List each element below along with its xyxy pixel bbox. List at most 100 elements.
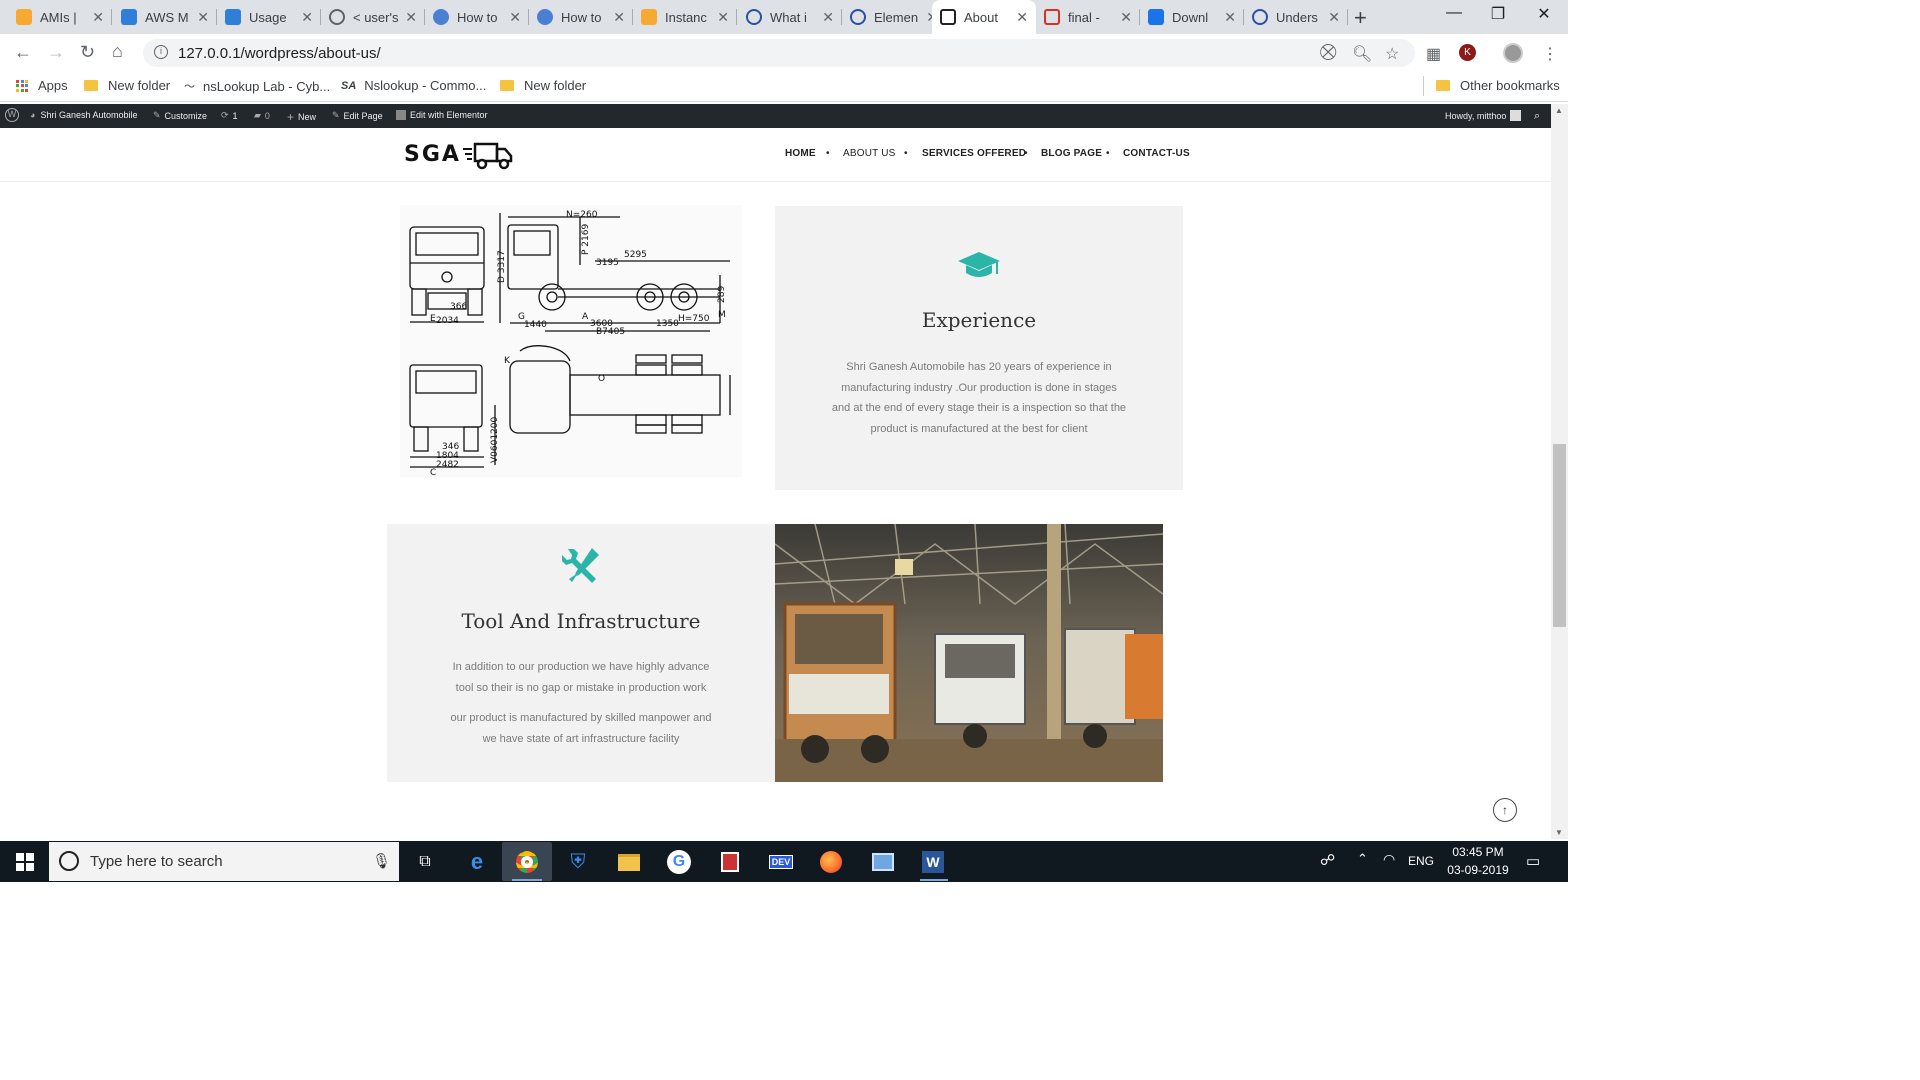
bookmark-new-folder-2[interactable]: New folder xyxy=(500,78,586,93)
wifi-icon[interactable]: ◠ xyxy=(1383,851,1395,868)
elementor-icon xyxy=(746,9,762,25)
nslookup-lab-icon: 〜 xyxy=(184,81,195,93)
bookmark-label: Other bookmarks xyxy=(1460,78,1560,93)
other-bookmarks[interactable]: Other bookmarks xyxy=(1436,78,1560,93)
clock-time[interactable]: 03:45 PM xyxy=(1446,845,1510,859)
wp-new-label: New xyxy=(298,112,317,122)
tab-close-icon[interactable]: ✕ xyxy=(613,9,625,26)
tab-close-icon[interactable]: ✕ xyxy=(405,9,417,26)
zoom-icon[interactable]: 🔍︎ xyxy=(1352,44,1372,64)
account-avatar[interactable] xyxy=(1503,43,1523,63)
action-center-icon[interactable]: ▭ xyxy=(1526,852,1540,870)
file-explorer-icon[interactable] xyxy=(614,848,644,876)
wp-comments-count: 0 xyxy=(264,110,270,121)
edge-icon[interactable]: e xyxy=(462,848,492,876)
bookmark-star-icon[interactable]: ☆ xyxy=(1385,44,1399,64)
windows-start-icon[interactable] xyxy=(16,853,34,871)
wp-site-name[interactable]: ◕ Shri Ganesh Automobile xyxy=(30,110,138,120)
firefox-icon[interactable] xyxy=(816,848,846,876)
minimize-button[interactable]: — xyxy=(1434,4,1474,28)
wp-howdy[interactable]: Howdy, mitthoo xyxy=(1445,110,1522,121)
word-icon[interactable]: W xyxy=(918,848,948,876)
tab-8[interactable]: What i ✕ xyxy=(738,0,842,34)
profile-avatar[interactable]: K xyxy=(1459,44,1476,61)
back-to-top-button[interactable]: ↑ xyxy=(1493,798,1517,822)
nav-services-offered[interactable]: SERVICES OFFERED xyxy=(922,148,1026,159)
tab-1[interactable]: AMIs | ✕ xyxy=(8,0,112,34)
language-indicator[interactable]: ENG xyxy=(1408,854,1434,868)
bookmark-label: New folder xyxy=(108,78,171,93)
home-icon[interactable]: ⌂ xyxy=(112,41,123,62)
site-logo[interactable]: SGA xyxy=(404,142,461,167)
tab-2[interactable]: AWS M ✕ xyxy=(113,0,217,34)
tab-close-icon[interactable]: ✕ xyxy=(92,9,104,26)
bookmark-new-folder-1[interactable]: New folder xyxy=(84,78,170,93)
menu-icon[interactable]: ⋮ xyxy=(1542,44,1558,64)
back-icon[interactable]: ← xyxy=(14,42,32,63)
tab-12[interactable]: Downl ✕ xyxy=(1140,0,1244,34)
tab-close-icon[interactable]: ✕ xyxy=(1224,9,1236,26)
forward-icon[interactable]: → xyxy=(47,42,65,63)
tab-4[interactable]: < user's ✕ xyxy=(321,0,425,34)
maximize-button[interactable]: ❐ xyxy=(1478,4,1518,28)
blocked-cookie-icon[interactable]: ⛒ xyxy=(1320,44,1336,62)
folder-icon xyxy=(500,80,514,91)
scroll-down-arrow[interactable]: ▼ xyxy=(1555,828,1563,837)
tab-close-icon[interactable]: ✕ xyxy=(301,9,313,26)
tab-close-icon[interactable]: ✕ xyxy=(717,9,729,26)
wp-customize[interactable]: ✎ Customize xyxy=(153,110,207,121)
reload-icon[interactable]: ↻ xyxy=(80,42,95,63)
tools-line: In addition to our production we have hi… xyxy=(452,661,710,673)
tab-6[interactable]: How to ✕ xyxy=(529,0,633,34)
experience-line: product is manufactured at the best for … xyxy=(870,422,1088,435)
tab-close-icon[interactable]: ✕ xyxy=(1120,9,1132,26)
scrollbar-thumb[interactable] xyxy=(1553,444,1566,627)
network-app-icon[interactable] xyxy=(868,848,898,876)
task-view-icon[interactable]: ⧉ xyxy=(410,848,440,876)
show-hidden-icons[interactable]: ⌃ xyxy=(1357,851,1368,867)
info-icon[interactable]: i xyxy=(154,45,168,59)
wordpress-logo-icon[interactable]: W xyxy=(5,108,19,122)
tab-close-icon[interactable]: ✕ xyxy=(197,9,209,26)
scroll-up-arrow[interactable]: ▲ xyxy=(1555,106,1563,115)
tab-7[interactable]: Instanc ✕ xyxy=(633,0,737,34)
plus-icon: + xyxy=(287,110,295,124)
wp-updates[interactable]: ⟳ 1 xyxy=(221,110,238,121)
nav-home[interactable]: HOME xyxy=(785,148,816,159)
tab-close-icon[interactable]: ✕ xyxy=(1016,9,1028,26)
tab-close-icon[interactable]: ✕ xyxy=(822,9,834,26)
wp-comments[interactable]: ▰ 0 xyxy=(254,110,270,121)
apps-grid-icon xyxy=(16,79,28,92)
wp-new[interactable]: + New xyxy=(287,110,316,124)
nav-separator: • xyxy=(904,148,908,159)
nav-blog-page[interactable]: BLOG PAGE xyxy=(1041,148,1102,159)
defender-icon[interactable]: ⛨ xyxy=(563,848,593,876)
bookmark-apps[interactable]: Apps xyxy=(16,78,68,93)
tab-5[interactable]: How to ✕ xyxy=(425,0,529,34)
clock-date[interactable]: 03-09-2019 xyxy=(1443,863,1513,877)
wp-edit-elementor[interactable]: Edit with Elementor xyxy=(396,110,488,120)
tab-10[interactable]: About ✕ xyxy=(932,0,1036,34)
google-icon[interactable]: G xyxy=(664,848,694,876)
nav-contact-us[interactable]: CONTACT-US xyxy=(1123,148,1190,159)
bookmark-nslookup-lab[interactable]: 〜 nsLookup Lab - Cyb... xyxy=(184,78,330,94)
tab-close-icon[interactable]: ✕ xyxy=(509,9,521,26)
tab-9[interactable]: Elemen✕ xyxy=(842,0,946,34)
microphone-icon[interactable]: 🎙︎ xyxy=(372,852,391,870)
close-window-button[interactable]: ✕ xyxy=(1524,4,1564,28)
new-tab-button[interactable]: + xyxy=(1354,5,1367,31)
bookmark-nslookup-commo[interactable]: SA Nslookup - Commo... xyxy=(341,78,486,93)
people-icon[interactable]: ☍ xyxy=(1320,851,1335,869)
tab-11[interactable]: final - ✕ xyxy=(1036,0,1140,34)
tab-close-icon[interactable]: ✕ xyxy=(1328,9,1340,26)
wp-edit-page[interactable]: ✎ Edit Page xyxy=(332,110,383,121)
tab-separator xyxy=(1347,9,1348,25)
extensions-icon[interactable]: ▦ xyxy=(1426,44,1441,64)
chrome-taskbar-item[interactable] xyxy=(502,842,552,881)
tab-13[interactable]: Unders ✕ xyxy=(1244,0,1348,34)
dev-icon[interactable]: DEV xyxy=(766,848,796,876)
nav-about-us[interactable]: ABOUT US xyxy=(843,148,896,159)
tab-3[interactable]: Usage ✕ xyxy=(217,0,321,34)
app-icon[interactable] xyxy=(715,848,745,876)
wp-search-icon[interactable]: ⌕ xyxy=(1534,110,1540,123)
